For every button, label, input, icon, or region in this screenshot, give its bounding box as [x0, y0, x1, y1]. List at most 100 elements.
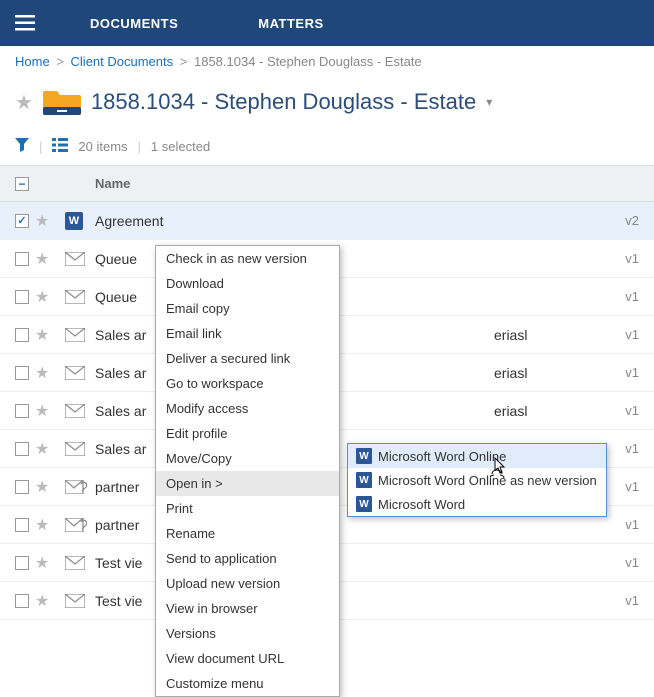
open-in-submenu: W Microsoft Word Online W Microsoft Word On…	[347, 443, 607, 517]
mail-icon	[65, 404, 85, 418]
row-version: v2	[614, 213, 639, 228]
row-checkbox[interactable]	[15, 404, 29, 418]
mail-icon	[65, 366, 85, 380]
column-name[interactable]: Name	[95, 176, 639, 191]
word-icon: W	[356, 472, 372, 488]
nav-tabs: DOCUMENTS MATTERS	[50, 0, 364, 46]
word-icon: W	[356, 448, 372, 464]
word-doc-icon: W	[65, 212, 83, 230]
favorite-star-icon[interactable]: ★	[15, 90, 33, 115]
context-menu-item[interactable]: Customize menu	[156, 671, 339, 696]
submenu-label: Microsoft Word Online as new version	[378, 473, 597, 488]
context-menu-item[interactable]: Move/Copy	[156, 446, 339, 471]
row-name[interactable]: Agreement	[95, 213, 614, 229]
mail-icon	[65, 328, 85, 342]
row-checkbox[interactable]	[15, 214, 29, 228]
row-star-icon[interactable]: ★	[35, 591, 65, 611]
context-menu-item[interactable]: Rename	[156, 521, 339, 546]
row-version: v1	[614, 289, 639, 304]
row-name-suffix: eriasl	[494, 365, 614, 381]
row-checkbox[interactable]	[15, 252, 29, 266]
selected-count: 1 selected	[151, 139, 210, 154]
row-star-icon[interactable]: ★	[35, 439, 65, 459]
context-menu-item[interactable]: Email link	[156, 321, 339, 346]
chevron-down-icon[interactable]: ▾	[486, 95, 492, 109]
row-version: v1	[614, 365, 639, 380]
context-menu-item[interactable]: Upload new version	[156, 571, 339, 596]
context-menu-item[interactable]: Open in >	[156, 471, 339, 496]
row-version: v1	[614, 251, 639, 266]
breadcrumb-sep: >	[180, 54, 188, 69]
tab-matters[interactable]: MATTERS	[218, 0, 363, 46]
view-icon[interactable]	[52, 138, 68, 155]
mail-attachment-icon	[65, 518, 87, 532]
row-version: v1	[614, 517, 639, 532]
row-version: v1	[614, 327, 639, 342]
row-checkbox[interactable]	[15, 328, 29, 342]
row-checkbox[interactable]	[15, 518, 29, 532]
mail-icon	[65, 290, 85, 304]
tab-documents[interactable]: DOCUMENTS	[50, 0, 218, 46]
context-menu-item[interactable]: Modify access	[156, 396, 339, 421]
row-checkbox[interactable]	[15, 442, 29, 456]
folder-icon	[43, 87, 81, 117]
mail-icon	[65, 252, 85, 266]
topbar: DOCUMENTS MATTERS	[0, 0, 654, 46]
row-star-icon[interactable]: ★	[35, 363, 65, 383]
row-star-icon[interactable]: ★	[35, 211, 65, 231]
mail-icon	[65, 442, 85, 456]
word-icon: W	[356, 496, 372, 512]
submenu-item[interactable]: W Microsoft Word Online as new version	[348, 468, 606, 492]
submenu-item[interactable]: W Microsoft Word Online	[348, 444, 606, 468]
row-star-icon[interactable]: ★	[35, 325, 65, 345]
table-row[interactable]: ★W Agreementv2	[0, 202, 654, 240]
context-menu-item[interactable]: Deliver a secured link	[156, 346, 339, 371]
submenu-label: Microsoft Word Online	[378, 449, 506, 464]
page-title: 1858.1034 - Stephen Douglass - Estate	[91, 89, 476, 115]
row-version: v1	[614, 441, 639, 456]
title-row: ★ 1858.1034 - Stephen Douglass - Estate …	[0, 77, 654, 132]
row-checkbox[interactable]	[15, 556, 29, 570]
row-star-icon[interactable]: ★	[35, 401, 65, 421]
filter-icon[interactable]	[15, 138, 29, 155]
breadcrumb: Home > Client Documents > 1858.1034 - St…	[0, 46, 654, 77]
submenu-item[interactable]: W Microsoft Word	[348, 492, 606, 516]
mail-attachment-icon	[65, 480, 87, 494]
context-menu-item[interactable]: Versions	[156, 621, 339, 646]
row-name-suffix: eriasl	[494, 327, 614, 343]
select-all-checkbox[interactable]	[15, 177, 29, 191]
toolbar-sep: |	[39, 139, 42, 154]
context-menu-item[interactable]: Email copy	[156, 296, 339, 321]
toolbar: | 20 items | 1 selected	[0, 132, 654, 166]
breadcrumb-home[interactable]: Home	[15, 54, 50, 69]
row-checkbox[interactable]	[15, 290, 29, 304]
context-menu-item[interactable]: Print	[156, 496, 339, 521]
item-count: 20 items	[78, 139, 127, 154]
context-menu-item[interactable]: Edit profile	[156, 421, 339, 446]
context-menu-item[interactable]: View in browser	[156, 596, 339, 621]
row-star-icon[interactable]: ★	[35, 553, 65, 573]
breadcrumb-current: 1858.1034 - Stephen Douglass - Estate	[194, 54, 422, 69]
context-menu: Check in as new versionDownloadEmail cop…	[155, 245, 340, 697]
row-star-icon[interactable]: ★	[35, 249, 65, 269]
context-menu-item[interactable]: Download	[156, 271, 339, 296]
mail-icon	[65, 556, 85, 570]
breadcrumb-sep: >	[56, 54, 64, 69]
row-version: v1	[614, 555, 639, 570]
row-checkbox[interactable]	[15, 594, 29, 608]
table-header: Name	[0, 166, 654, 202]
context-menu-item[interactable]: Check in as new version	[156, 246, 339, 271]
toolbar-sep: |	[138, 139, 141, 154]
menu-icon[interactable]	[0, 0, 50, 46]
row-star-icon[interactable]: ★	[35, 515, 65, 535]
row-star-icon[interactable]: ★	[35, 287, 65, 307]
submenu-label: Microsoft Word	[378, 497, 465, 512]
breadcrumb-client-docs[interactable]: Client Documents	[71, 54, 174, 69]
context-menu-item[interactable]: Go to workspace	[156, 371, 339, 396]
row-version: v1	[614, 479, 639, 494]
context-menu-item[interactable]: Send to application	[156, 546, 339, 571]
row-checkbox[interactable]	[15, 480, 29, 494]
row-star-icon[interactable]: ★	[35, 477, 65, 497]
row-checkbox[interactable]	[15, 366, 29, 380]
row-name-suffix: eriasl	[494, 403, 614, 419]
